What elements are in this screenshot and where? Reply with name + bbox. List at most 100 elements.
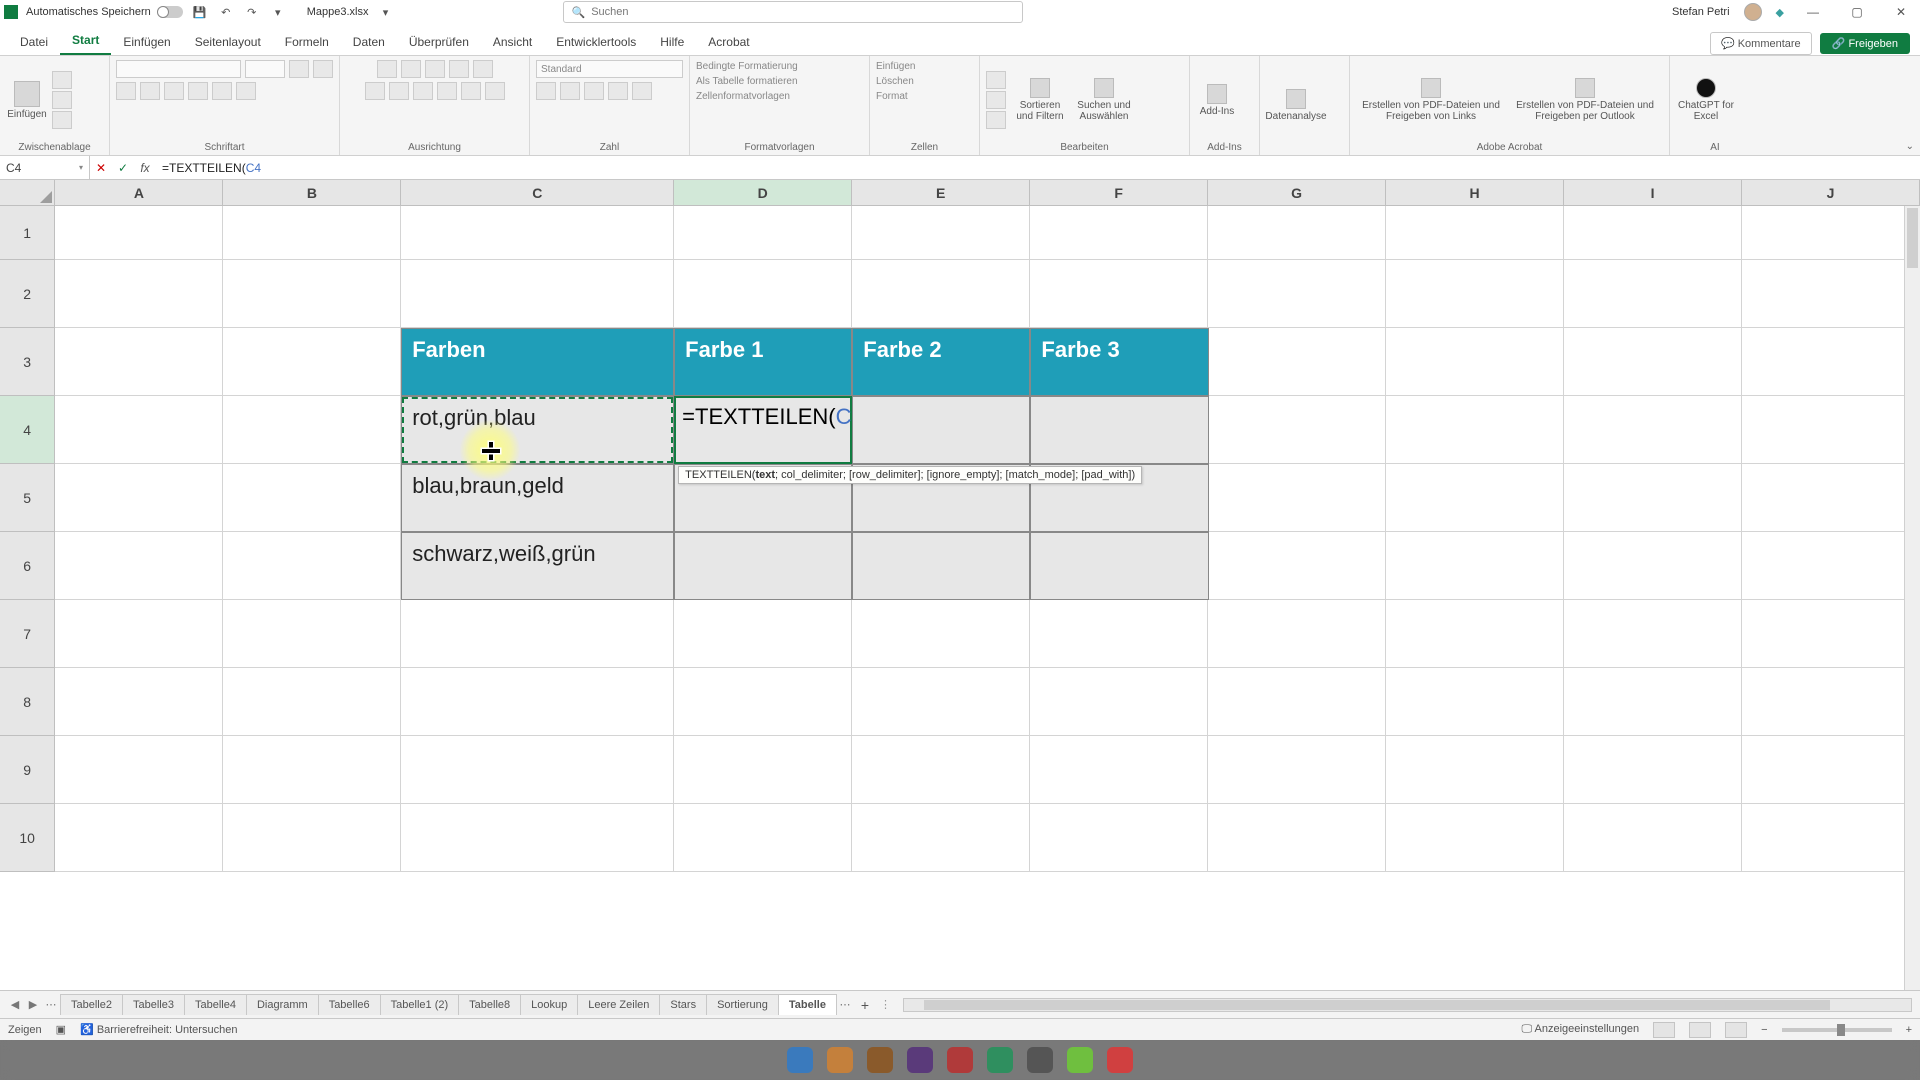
redo-icon[interactable]: ↷: [243, 3, 261, 21]
accounting-icon[interactable]: [536, 82, 556, 100]
format-painter-icon[interactable]: [52, 111, 72, 129]
cell-E3[interactable]: Farbe 2: [852, 328, 1030, 396]
share-button[interactable]: 🔗 Freigeben: [1820, 33, 1910, 54]
column-header-C[interactable]: C: [401, 180, 674, 206]
taskbar-app-icon[interactable]: [947, 1047, 973, 1073]
paste-button[interactable]: Einfügen: [6, 81, 48, 120]
avatar-icon[interactable]: [1744, 3, 1762, 21]
cell-B4[interactable]: [223, 396, 401, 464]
tab-data[interactable]: Daten: [341, 29, 397, 55]
cell-C3[interactable]: Farben: [401, 328, 674, 396]
cell-G3[interactable]: [1209, 328, 1387, 396]
cell-G4[interactable]: [1209, 396, 1387, 464]
decrease-font-icon[interactable]: [313, 60, 333, 78]
cell-I3[interactable]: [1564, 328, 1742, 396]
decrease-indent-icon[interactable]: [437, 82, 457, 100]
cell-A8[interactable]: [55, 668, 223, 736]
cell-I5[interactable]: [1564, 464, 1742, 532]
font-name-dropdown[interactable]: [116, 60, 241, 78]
cell-H2[interactable]: [1386, 260, 1564, 328]
taskbar-app-icon[interactable]: [1027, 1047, 1053, 1073]
tab-file[interactable]: Datei: [8, 29, 60, 55]
find-select-button[interactable]: Suchen und Auswählen: [1074, 78, 1134, 122]
sheet-nav-next-icon[interactable]: ▶: [24, 998, 42, 1011]
tab-split-handle[interactable]: ⋮: [876, 998, 895, 1011]
filename-label[interactable]: Mappe3.xlsx: [307, 6, 369, 18]
cell-F8[interactable]: [1030, 668, 1208, 736]
tab-developer[interactable]: Entwicklertools: [544, 29, 648, 55]
cell-J1[interactable]: [1742, 206, 1920, 260]
tab-home[interactable]: Start: [60, 27, 111, 55]
cell-A2[interactable]: [55, 260, 223, 328]
cell-E1[interactable]: [852, 206, 1030, 260]
display-settings-button[interactable]: 🖵 Anzeigeeinstellungen: [1521, 1023, 1639, 1036]
sheet-tab[interactable]: Tabelle6: [318, 994, 381, 1015]
sheet-tab[interactable]: Tabelle: [778, 994, 837, 1015]
add-sheet-button[interactable]: +: [854, 997, 876, 1013]
align-middle-icon[interactable]: [401, 60, 421, 78]
row-header-9[interactable]: 9: [0, 736, 55, 804]
font-size-dropdown[interactable]: [245, 60, 285, 78]
column-header-E[interactable]: E: [852, 180, 1030, 206]
tab-insert[interactable]: Einfügen: [111, 29, 182, 55]
acrobat-create-outlook-button[interactable]: Erstellen von PDF-Dateien und Freigeben …: [1510, 78, 1660, 122]
sheet-tab[interactable]: Leere Zeilen: [577, 994, 660, 1015]
acrobat-create-share-button[interactable]: Erstellen von PDF-Dateien und Freigeben …: [1356, 78, 1506, 122]
align-right-icon[interactable]: [413, 82, 433, 100]
cell-A9[interactable]: [55, 736, 223, 804]
cell-E7[interactable]: [852, 600, 1030, 668]
cell-J3[interactable]: [1742, 328, 1920, 396]
cell-E6[interactable]: [852, 532, 1030, 600]
cancel-formula-icon[interactable]: ✕: [90, 161, 112, 175]
sheet-tab[interactable]: Lookup: [520, 994, 578, 1015]
cell-B5[interactable]: [223, 464, 401, 532]
cell-H8[interactable]: [1386, 668, 1564, 736]
cut-icon[interactable]: [52, 71, 72, 89]
cell-H9[interactable]: [1386, 736, 1564, 804]
cell-J9[interactable]: [1742, 736, 1920, 804]
data-analysis-button[interactable]: Datenanalyse: [1266, 89, 1326, 122]
sheet-nav-prev-icon[interactable]: ◀: [6, 998, 24, 1011]
filename-dropdown-icon[interactable]: ▾: [377, 3, 395, 21]
row-header-2[interactable]: 2: [0, 260, 55, 328]
cell-F2[interactable]: [1030, 260, 1208, 328]
cell-A7[interactable]: [55, 600, 223, 668]
tab-formulas[interactable]: Formeln: [273, 29, 341, 55]
cell-J4[interactable]: [1742, 396, 1920, 464]
cell-D10[interactable]: [674, 804, 852, 872]
sheet-tab[interactable]: Stars: [659, 994, 707, 1015]
cell-G5[interactable]: [1209, 464, 1387, 532]
align-top-icon[interactable]: [377, 60, 397, 78]
percent-icon[interactable]: [560, 82, 580, 100]
cell-G2[interactable]: [1208, 260, 1386, 328]
underline-icon[interactable]: [164, 82, 184, 100]
sheet-tab[interactable]: Tabelle3: [122, 994, 185, 1015]
cell-E8[interactable]: [852, 668, 1030, 736]
fx-icon[interactable]: fx: [134, 161, 156, 175]
toggle-icon[interactable]: [157, 6, 183, 18]
zoom-slider[interactable]: [1782, 1028, 1892, 1032]
row-header-6[interactable]: 6: [0, 532, 55, 600]
cell-E9[interactable]: [852, 736, 1030, 804]
row-header-8[interactable]: 8: [0, 668, 55, 736]
bold-icon[interactable]: [116, 82, 136, 100]
row-header-4[interactable]: 4: [0, 396, 55, 464]
minimize-button[interactable]: —: [1798, 0, 1828, 24]
sheet-nav-more-icon[interactable]: ⋯: [42, 998, 60, 1011]
select-all-corner[interactable]: [0, 180, 55, 206]
cell-C1[interactable]: [401, 206, 674, 260]
sheet-tab[interactable]: Tabelle1 (2): [380, 994, 459, 1015]
tab-page-layout[interactable]: Seitenlayout: [183, 29, 273, 55]
function-tooltip[interactable]: TEXTTEILEN(text; col_delimiter; [row_del…: [678, 466, 1142, 484]
cell-B9[interactable]: [223, 736, 401, 804]
cell-D1[interactable]: [674, 206, 852, 260]
cell-D3[interactable]: Farbe 1: [674, 328, 852, 396]
comma-icon[interactable]: [584, 82, 604, 100]
column-header-D[interactable]: D: [674, 180, 852, 206]
taskbar-app-icon[interactable]: [987, 1047, 1013, 1073]
view-page-break-icon[interactable]: [1725, 1022, 1747, 1038]
cell-G8[interactable]: [1208, 668, 1386, 736]
cell-I8[interactable]: [1564, 668, 1742, 736]
cell-I1[interactable]: [1564, 206, 1742, 260]
wrap-text-icon[interactable]: [473, 60, 493, 78]
